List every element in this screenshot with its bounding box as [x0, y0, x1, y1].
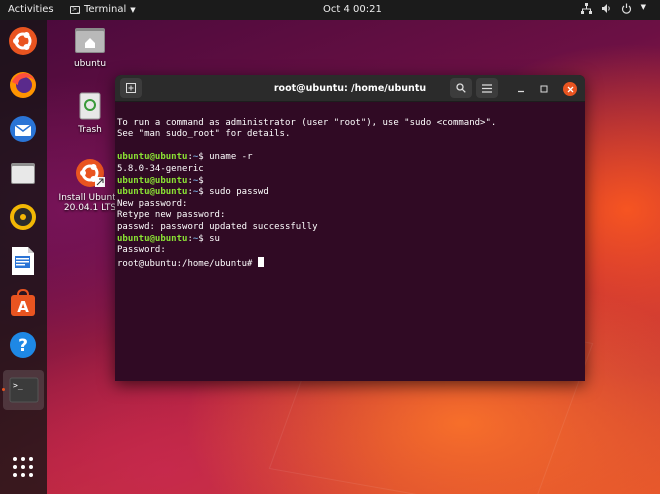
- app-menu[interactable]: >_ Terminal ▼: [70, 4, 136, 15]
- prompt-path: ~: [192, 233, 199, 244]
- close-icon: [567, 86, 573, 92]
- dock-item-libreoffice-writer[interactable]: [6, 244, 40, 278]
- terminal-line: root@ubuntu:/home/ubuntu#: [117, 256, 585, 271]
- speaker-icon: [10, 204, 36, 230]
- chevron-down-icon: ▼: [130, 5, 136, 14]
- output-text: New password:: [117, 198, 188, 209]
- help-icon: ?: [10, 332, 36, 358]
- dock-item-thunderbird[interactable]: [6, 112, 40, 146]
- ubuntu-logo-icon: [9, 27, 37, 55]
- terminal-line: To run a command as administrator (user …: [117, 118, 585, 130]
- dock-item-help[interactable]: ?: [6, 328, 40, 362]
- command-text: sudo passwd: [209, 187, 269, 198]
- grid-icon: [13, 457, 33, 477]
- svg-text:>_: >_: [13, 381, 23, 390]
- dock-item-files[interactable]: [6, 156, 40, 190]
- ubuntu-installer-icon: [76, 159, 105, 187]
- search-icon: [456, 83, 466, 93]
- terminal-line: ubuntu@ubuntu:~$ sudo passwd: [117, 187, 269, 198]
- minimize-icon: [518, 90, 524, 93]
- dock-item-ubuntu-software[interactable]: [6, 24, 40, 58]
- terminal-line: New password:: [117, 199, 585, 211]
- terminal-line: ubuntu@ubuntu:~$ uname -r: [117, 152, 253, 163]
- prompt-user: ubuntu@ubuntu: [117, 152, 188, 163]
- chevron-down-icon: ▼: [640, 3, 646, 11]
- output-text: Password:: [117, 245, 166, 256]
- folder-icon: [11, 163, 35, 184]
- terminal-titlebar[interactable]: root@ubuntu: /home/ubuntu: [115, 75, 585, 102]
- terminal-output[interactable]: To run a command as administrator (user …: [115, 102, 585, 294]
- dock-item-software-store[interactable]: A: [6, 286, 40, 320]
- desktop-icon-label: ubuntu: [73, 59, 107, 69]
- prompt-user: ubuntu@ubuntu: [117, 175, 188, 186]
- terminal-line: 5.8.0-34-generic: [117, 164, 585, 176]
- search-button[interactable]: [450, 78, 472, 98]
- prompt-path: ~: [192, 187, 199, 198]
- output-text: 5.8.0-34-generic: [117, 163, 204, 174]
- volume-icon: [601, 4, 610, 13]
- text-cursor: [257, 256, 264, 267]
- show-applications-button[interactable]: [6, 450, 40, 484]
- clock[interactable]: Oct 4 00:21: [323, 4, 382, 15]
- scrollbar[interactable]: [580, 105, 583, 375]
- dock-item-rhythmbox[interactable]: [6, 200, 40, 234]
- store-icon: A: [11, 289, 35, 316]
- home-folder-icon: [75, 28, 105, 53]
- menu-button[interactable]: [476, 78, 498, 98]
- command-text: uname -r: [209, 152, 253, 163]
- hamburger-icon: [482, 83, 492, 93]
- close-button[interactable]: [563, 82, 577, 96]
- dock-item-terminal[interactable]: >_: [3, 370, 44, 410]
- prompt-user: ubuntu@ubuntu: [117, 187, 188, 198]
- dock: A ? >_: [0, 20, 47, 494]
- terminal-line: passwd: password updated successfully: [117, 222, 585, 234]
- app-menu-label: Terminal: [84, 4, 127, 15]
- output-text: passwd: password updated successfully: [117, 221, 318, 232]
- terminal-line: Password:: [117, 245, 585, 257]
- command-text: su: [209, 233, 220, 244]
- top-bar: Activities >_ Terminal ▼ Oct 4 00:21 ▼: [0, 0, 660, 20]
- root-prompt: root@ubuntu:/home/ubuntu#: [117, 258, 258, 269]
- system-tray[interactable]: ▼: [580, 3, 646, 14]
- terminal-line: See "man sudo_root" for details.: [117, 129, 585, 141]
- svg-text:?: ?: [18, 336, 28, 356]
- network-icon: [580, 3, 592, 14]
- document-icon: [12, 247, 34, 275]
- terminal-window[interactable]: root@ubuntu: /home/ubuntu To run a comma…: [115, 75, 585, 381]
- terminal-line: Retype new password:: [117, 210, 585, 222]
- terminal-icon: >_: [70, 5, 81, 14]
- output-text: See "man sudo_root" for details.: [117, 129, 291, 140]
- minimize-button[interactable]: [514, 82, 528, 96]
- thunderbird-icon: [10, 116, 36, 142]
- terminal-line: ubuntu@ubuntu:~$: [117, 175, 210, 186]
- firefox-icon: [10, 72, 36, 98]
- terminal-icon: >_: [9, 377, 38, 403]
- prompt-user: ubuntu@ubuntu: [117, 233, 188, 244]
- svg-text:A: A: [17, 298, 29, 316]
- terminal-line: ubuntu@ubuntu:~$ su: [117, 233, 220, 244]
- output-text: Retype new password:: [117, 210, 226, 221]
- trash-icon: [79, 92, 101, 120]
- activities-button[interactable]: Activities: [8, 4, 54, 15]
- desktop-icon-home[interactable]: ubuntu: [55, 26, 125, 69]
- maximize-button[interactable]: [537, 82, 551, 96]
- prompt-path: ~: [192, 152, 199, 163]
- maximize-icon: [540, 85, 548, 93]
- running-indicator: [2, 388, 5, 391]
- power-icon: [621, 3, 631, 14]
- prompt-path: ~: [192, 175, 199, 186]
- dock-item-firefox[interactable]: [6, 68, 40, 102]
- output-text: To run a command as administrator (user …: [117, 117, 497, 128]
